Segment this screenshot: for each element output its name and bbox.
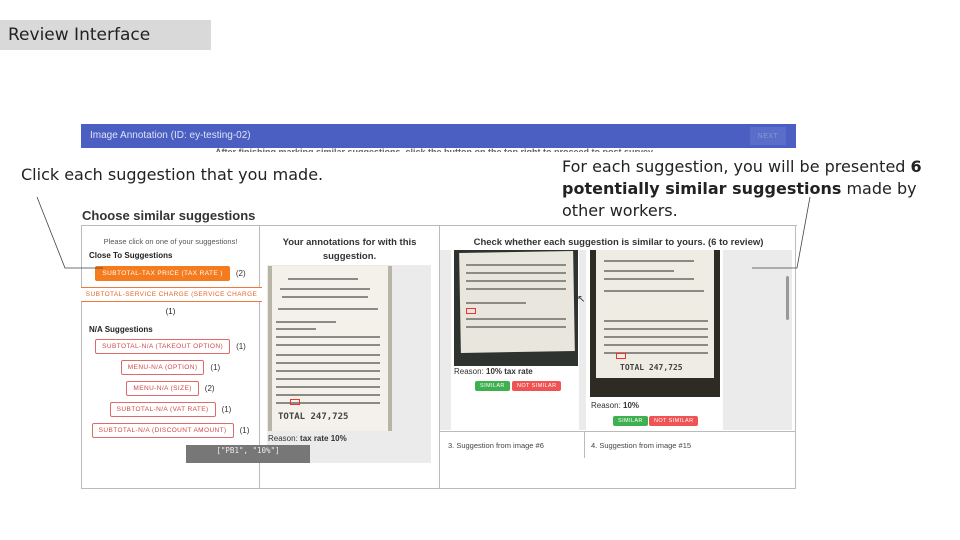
suggestion-row: SUBTOTAL-N/A (VAT RATE) (1) xyxy=(82,402,259,417)
suggestion-row: SUBTOTAL-TAX PRICE (TAX RATE ) (2) xyxy=(82,266,259,281)
instruction-note: After finishing marking similar suggesti… xyxy=(215,147,655,152)
suggestion-row: MENU-N/A (OPTION) (1) xyxy=(82,360,259,375)
suggestion-count: (1) xyxy=(165,307,176,316)
next-suggestion-label: 4. Suggestion from image #15 xyxy=(591,441,692,450)
my-annotation-header: Your annotations for with this suggestio… xyxy=(282,237,417,262)
suggestion-chip-size[interactable]: MENU-N/A (SIZE) xyxy=(126,381,199,396)
card-divider xyxy=(584,431,585,458)
suggestion-reason-1: Reason: 10% tax rate xyxy=(454,367,533,376)
reason-value: tax rate 10% xyxy=(300,434,347,443)
suggestion-reason-2: Reason: 10% xyxy=(591,401,639,410)
suggestion-count: (1) xyxy=(221,405,232,414)
suggestion-chip-tax-rate[interactable]: SUBTOTAL-TAX PRICE (TAX RATE ) xyxy=(95,266,230,281)
next-button[interactable]: NEXT xyxy=(750,127,786,145)
suggestion-count: (2) xyxy=(204,384,215,393)
annotation-box xyxy=(616,353,626,359)
callout-left: Click each suggestion that you made. xyxy=(21,165,324,184)
similar-button[interactable]: SIMILAR xyxy=(613,416,648,426)
suggestion-chip-option[interactable]: MENU-N/A (OPTION) xyxy=(120,360,205,375)
suggestion-count: (1) xyxy=(210,363,221,372)
annotation-code: ["PB1", "10%"] xyxy=(186,445,310,463)
suggestion-image-1 xyxy=(454,250,578,366)
suggestion-image-2: TOTAL 247,725 xyxy=(590,250,720,397)
suggestion-row: SUBTOTAL-N/A (DISCOUNT AMOUNT) (1) xyxy=(82,423,259,438)
reason-prefix: Reason: xyxy=(591,401,624,410)
callout-right-prefix: For each suggestion, you will be present… xyxy=(562,157,911,176)
suggestion-count: (1) xyxy=(236,342,246,351)
close-suggestions-title: Close To Suggestions xyxy=(89,251,173,260)
suggestion-chip-takeout[interactable]: SUBTOTAL-N/A (TAKEOUT OPTION) xyxy=(95,339,231,354)
receipt-total: TOTAL 247,725 xyxy=(278,412,349,422)
annotation-box xyxy=(466,308,476,314)
suggestion-chip-vat-rate[interactable]: SUBTOTAL-N/A (VAT RATE) xyxy=(109,402,216,417)
suggestion-row: SUBTOTAL-N/A (TAKEOUT OPTION) (1) xyxy=(82,339,259,354)
suggestion-count: (1) xyxy=(239,426,250,435)
receipt-image: TOTAL 247,725 xyxy=(268,266,392,431)
next-suggestion-label: 3. Suggestion from image #6 xyxy=(448,441,544,450)
review-header: Check whether each suggestion is similar… xyxy=(473,237,764,248)
row-divider xyxy=(440,431,796,432)
slide-title: Review Interface xyxy=(0,20,211,50)
suggestion-row: SUBTOTAL-SERVICE CHARGE (SERVICE CHARGE xyxy=(81,287,262,302)
annotation-box xyxy=(290,399,300,405)
suggestion-row: MENU-N/A (SIZE) (2) xyxy=(82,381,259,396)
callout-right: For each suggestion, you will be present… xyxy=(562,156,960,222)
similar-button[interactable]: SIMILAR xyxy=(475,381,510,391)
reason-value: 10% tax rate xyxy=(486,367,533,376)
suggestion-chip-discount[interactable]: SUBTOTAL-N/A (DISCOUNT AMOUNT) xyxy=(91,423,234,438)
scrollbar-thumb[interactable] xyxy=(786,276,789,320)
suggestions-hint: Please click on one of your suggestions! xyxy=(103,237,238,246)
reason-value: 10% xyxy=(623,401,640,410)
reason-prefix: Reason: xyxy=(268,434,301,443)
na-suggestions-title: N/A Suggestions xyxy=(89,325,153,334)
reason-prefix: Reason: xyxy=(454,367,487,376)
annotation-reason: Reason: tax rate 10% xyxy=(268,434,347,443)
not-similar-button[interactable]: NOT SIMILAR xyxy=(512,381,562,391)
mouse-cursor-icon: ↖ xyxy=(577,294,586,305)
suggestion-card-1: Reason: 10% tax rate SIMILAR NOT SIMILAR xyxy=(451,250,579,430)
choose-title: Choose similar suggestions xyxy=(82,208,256,223)
receipt-total: TOTAL 247,725 xyxy=(620,363,683,372)
suggestion-chip-service-charge[interactable]: SUBTOTAL-SERVICE CHARGE (SERVICE CHARGE xyxy=(81,287,262,302)
not-similar-button[interactable]: NOT SIMILAR xyxy=(649,416,699,426)
suggestion-count: (2) xyxy=(235,269,246,278)
